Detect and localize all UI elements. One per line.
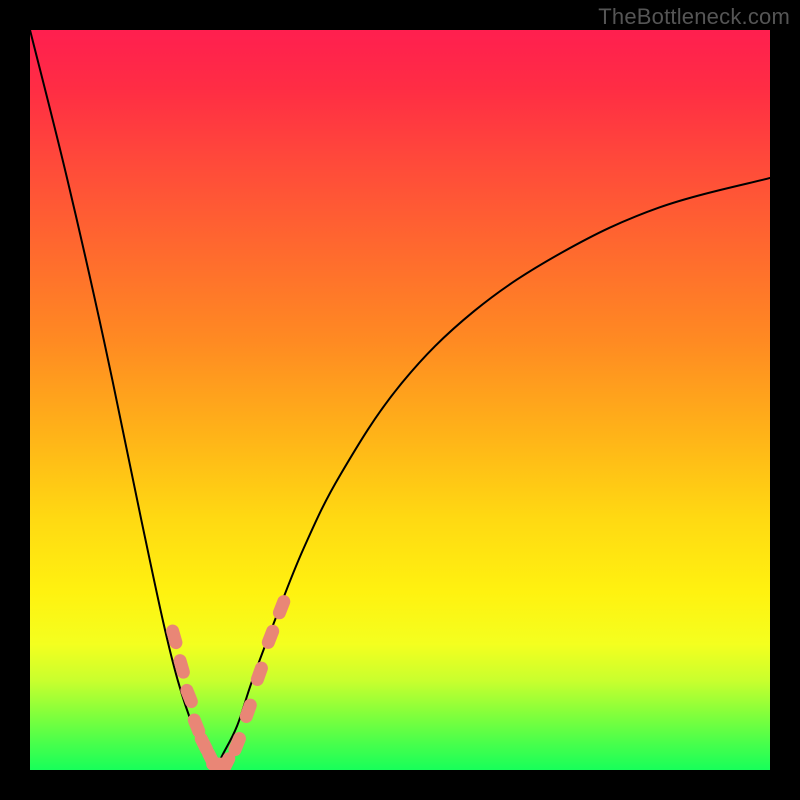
curve-svg — [30, 30, 770, 770]
curve-marker — [173, 653, 191, 679]
plot-area — [30, 30, 770, 770]
curve-marker — [239, 697, 258, 724]
curve-marker — [261, 623, 281, 650]
watermark-text: TheBottleneck.com — [598, 4, 790, 30]
bottleneck-curve — [30, 30, 770, 770]
chart-frame: TheBottleneck.com — [0, 0, 800, 800]
curve-marker — [272, 594, 292, 621]
curve-marker — [227, 731, 247, 758]
curve-marker — [250, 660, 269, 687]
